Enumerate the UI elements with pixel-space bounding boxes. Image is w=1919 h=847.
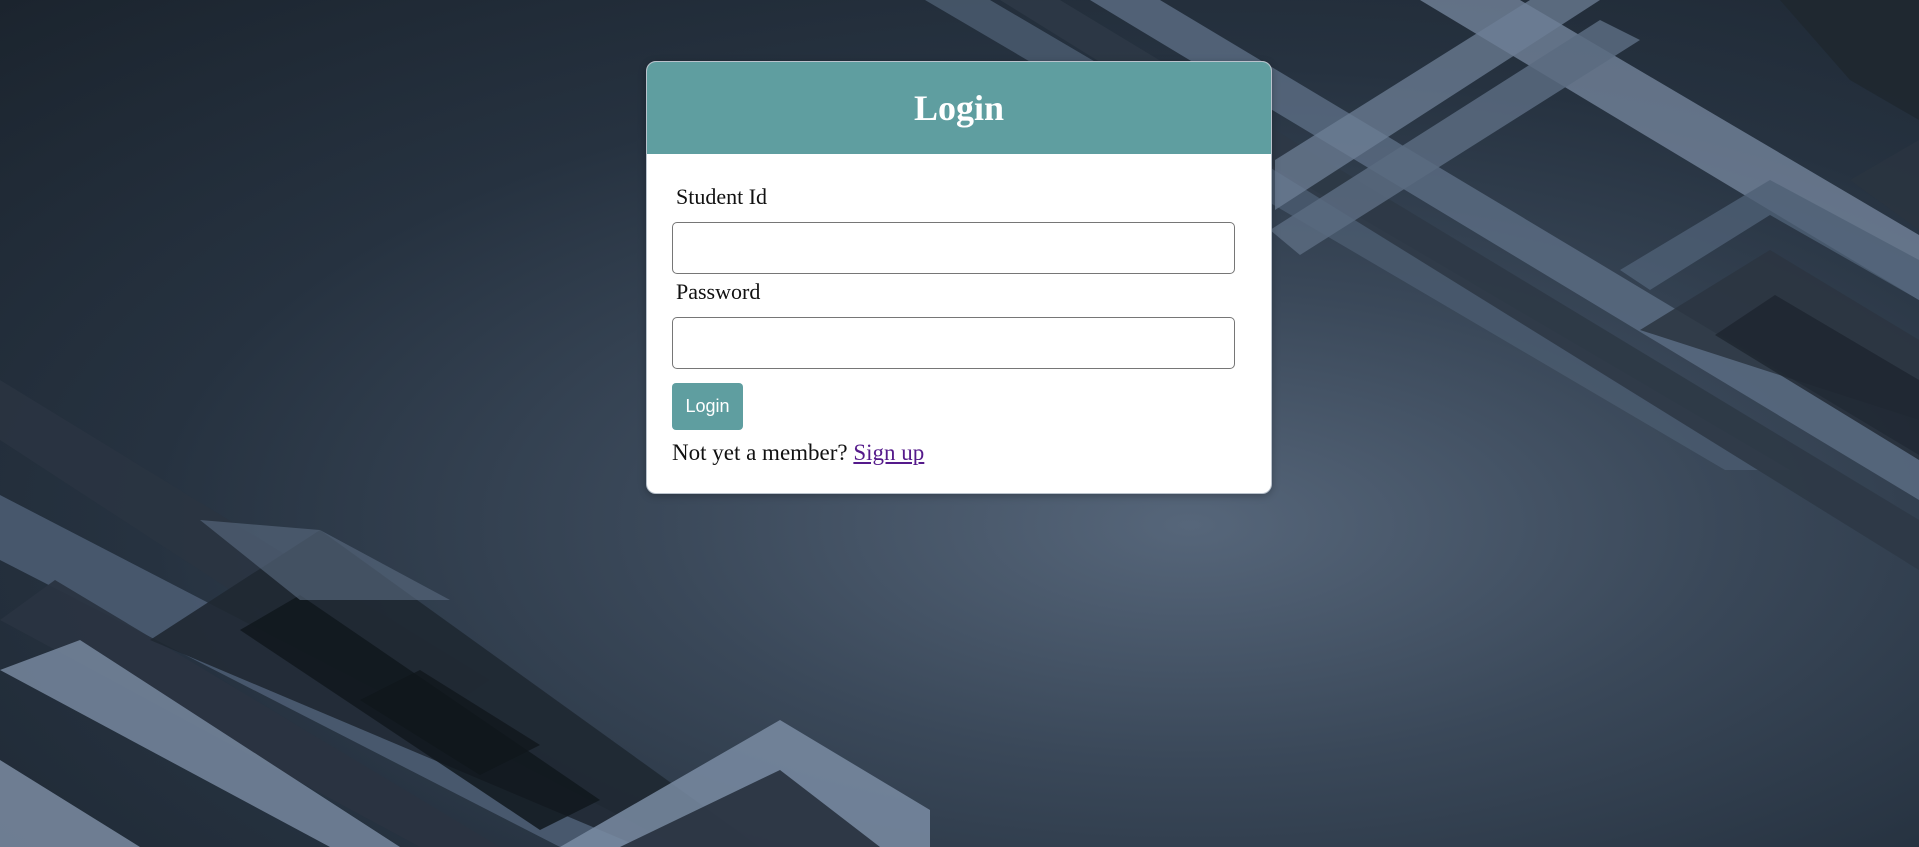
password-input[interactable]: [672, 317, 1235, 369]
password-label: Password: [676, 279, 761, 304]
signup-prompt-line: Not yet a member? Sign up: [672, 440, 924, 466]
student-id-label: Student Id: [676, 184, 768, 209]
signup-prompt-text: Not yet a member?: [672, 440, 848, 465]
login-card: Login Student Id Password Login Not yet …: [646, 61, 1272, 494]
login-card-header: Login: [647, 62, 1271, 154]
login-button[interactable]: Login: [672, 383, 743, 430]
signup-link[interactable]: Sign up: [853, 440, 924, 465]
login-title: Login: [913, 88, 1005, 128]
student-id-input[interactable]: [672, 222, 1235, 274]
